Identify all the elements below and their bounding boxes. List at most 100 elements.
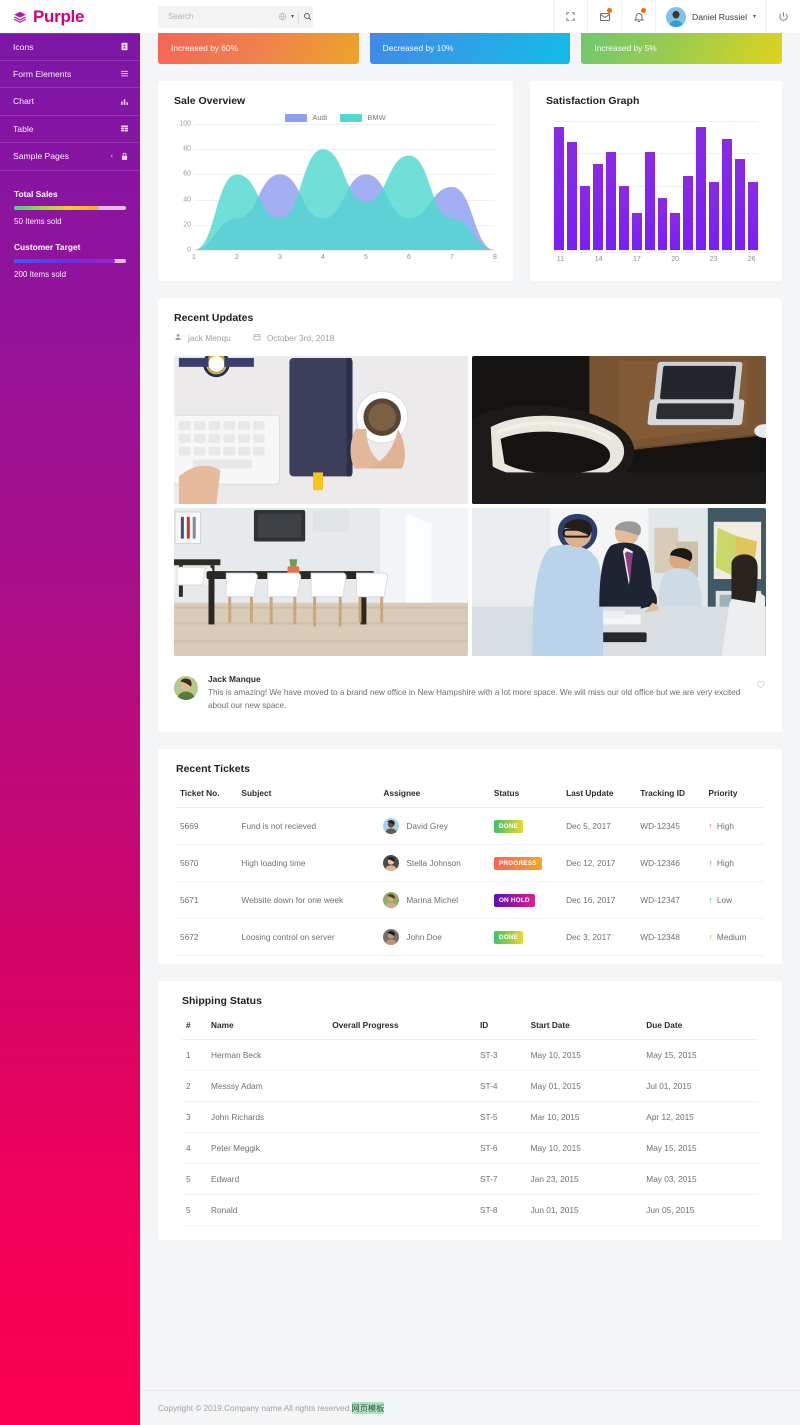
power-icon[interactable] xyxy=(766,0,800,33)
status-badge: ON HOLD xyxy=(493,893,535,907)
ticket-status: ON HOLD xyxy=(489,881,563,920)
total-sales-sub: 50 Items sold xyxy=(14,216,62,226)
x-axis: 1 2 3 4 5 6 7 8 xyxy=(192,252,497,264)
priority-label: Medium xyxy=(716,932,747,943)
table-row[interactable]: 5669 Fund is not recieved David Grey DONE De… xyxy=(176,807,764,846)
stat-card-sub: Decreased by 10% xyxy=(382,43,454,53)
ticket-priority: ↑ High xyxy=(704,844,764,883)
shipping-name: Messsy Adam xyxy=(207,1070,329,1103)
photo-laptop-on-desk[interactable] xyxy=(472,356,766,504)
shipping-progress xyxy=(328,1101,476,1134)
column-header: Due Date xyxy=(642,1011,758,1041)
bar xyxy=(566,141,577,250)
row-number: 4 xyxy=(182,1132,208,1165)
search-input[interactable] xyxy=(168,12,278,21)
table-row[interactable]: 5 Ronald ST-8 Jun 01, 2015 Jun 05, 2015 xyxy=(182,1194,758,1227)
row-number: 5 xyxy=(182,1194,208,1227)
shipping-status-title: Shipping Status xyxy=(182,995,262,1008)
x-tick-label: 20 xyxy=(671,256,680,263)
y-tick-label: 40 xyxy=(183,196,191,204)
ticket-last-update: Dec 5, 2017 xyxy=(562,807,637,846)
heart-icon[interactable] xyxy=(756,676,766,694)
table-row[interactable]: 2 Messsy Adam ST-4 May 01, 2015 Jul 01, 2015 xyxy=(182,1070,758,1103)
table-row[interactable]: 4 Peter Meggik ST-6 May 10, 2015 May 15, 201… xyxy=(182,1132,758,1165)
y-tick-label: 100 xyxy=(179,120,191,128)
total-sales-progress-fill xyxy=(14,205,98,210)
avatar xyxy=(383,855,400,872)
divider xyxy=(298,10,300,23)
arrow-up-icon: ↑ xyxy=(708,931,713,942)
chevron-down-icon[interactable]: ▾ xyxy=(291,13,294,20)
gridline xyxy=(194,250,495,251)
x-tick-label: 2 xyxy=(235,254,239,261)
mail-badge xyxy=(607,8,613,13)
sidebar-item-sample-pages[interactable]: Sample Pages ‹ xyxy=(0,143,140,171)
shipping-due-date: May 15, 2015 xyxy=(642,1132,758,1165)
globe-icon[interactable] xyxy=(278,8,287,26)
recent-updates-title: Recent Updates xyxy=(174,312,254,324)
ticket-subject: High loading time xyxy=(237,844,380,883)
chevron-down-icon: ▾ xyxy=(752,14,756,20)
column-header: Subject xyxy=(237,779,380,809)
table-row[interactable]: 1 Herman Beck ST-3 May 10, 2015 May 15, 2015 xyxy=(182,1039,758,1072)
mail-icon[interactable] xyxy=(587,0,621,33)
x-tick-label: 7 xyxy=(450,254,454,261)
assignee-name: Stella Johnson xyxy=(406,858,461,869)
update-comment: Jack Manque This is amazing! We have mov… xyxy=(174,674,766,712)
update-author-name: jack Menqu xyxy=(188,333,231,343)
bell-badge xyxy=(641,8,647,13)
search-box[interactable]: ▾ xyxy=(158,5,313,28)
photo-desk-keyboard-coffee[interactable] xyxy=(174,356,468,504)
bell-icon[interactable] xyxy=(621,0,655,33)
column-header: # xyxy=(182,1011,208,1041)
fullscreen-icon[interactable] xyxy=(553,0,587,33)
dashboard-root: Purple Icons Form Elements Chart Table S… xyxy=(0,0,800,1425)
avatar xyxy=(666,6,687,27)
bar xyxy=(579,186,590,250)
bar xyxy=(683,176,694,250)
ticket-priority: ↑ High xyxy=(704,807,764,846)
sale-overview-panel: Sale Overview Audi BMW 0 20 40 60 80 100 1 2 3 4 5… xyxy=(158,81,513,281)
x-tick-label: 14 xyxy=(594,256,603,263)
calendar-icon xyxy=(253,333,261,343)
sidebar-item-table[interactable]: Table xyxy=(0,116,140,143)
user-name: Daniel Russiel xyxy=(692,11,747,22)
table-row[interactable]: 5672 Loosing control on server John Doe DON… xyxy=(176,918,764,957)
table-row[interactable]: 5670 High loading time Stella Johnson PROGR… xyxy=(176,844,764,883)
sidebar-item-form-elements[interactable]: Form Elements xyxy=(0,61,140,88)
satisfaction-chart: 11 14 17 20 23 26 xyxy=(546,121,766,266)
stat-card-sub: Increased by 5% xyxy=(594,43,657,53)
table-row[interactable]: 5671 Website down for one week Marina Mich… xyxy=(176,881,764,920)
row-number: 3 xyxy=(182,1101,208,1134)
shipping-name: Ronald xyxy=(207,1194,329,1227)
photo-meeting-room-chairs[interactable] xyxy=(174,508,468,656)
table-row[interactable]: 3 John Richards ST-5 Mar 10, 2015 Apr 12, 20… xyxy=(182,1101,758,1134)
ticket-subject: Website down for one week xyxy=(237,881,380,920)
photo-business-meeting[interactable] xyxy=(472,508,766,656)
photo-grid xyxy=(174,356,766,656)
shipping-name: Peter Meggik xyxy=(207,1132,329,1165)
sale-overview-title: Sale Overview xyxy=(174,95,246,107)
bar xyxy=(735,159,746,250)
sidebar-item-chart[interactable]: Chart xyxy=(0,88,140,116)
x-tick-label: 8 xyxy=(493,254,497,261)
column-header: Overall Progress xyxy=(328,1011,476,1041)
table-row[interactable]: 5 Edward ST-7 Jan 23, 2015 May 03, 2015 xyxy=(182,1163,758,1196)
search-icon[interactable] xyxy=(303,8,312,26)
recent-updates-panel: Recent Updates jack Menqu October 3rd, 2… xyxy=(158,298,782,733)
plot-area xyxy=(194,124,495,251)
ticket-assignee: David Grey xyxy=(379,807,490,846)
ticket-assignee: Stella Johnson xyxy=(379,844,490,883)
shipping-progress xyxy=(328,1194,476,1227)
shipping-id: ST-6 xyxy=(475,1132,527,1165)
update-author: jack Menqu xyxy=(174,333,231,343)
column-header: Start Date xyxy=(526,1011,643,1041)
user-menu[interactable]: Daniel Russiel ▾ xyxy=(655,0,766,33)
gridline xyxy=(554,250,758,251)
brand-logo[interactable]: Purple xyxy=(0,0,140,33)
column-header: Name xyxy=(207,1011,329,1041)
y-tick-label: 60 xyxy=(183,170,191,178)
sidebar-item-icons[interactable]: Icons xyxy=(0,33,140,61)
bar xyxy=(722,139,733,250)
table-header-row: # Name Overall Progress ID Start Date Due Dat… xyxy=(182,1011,758,1041)
